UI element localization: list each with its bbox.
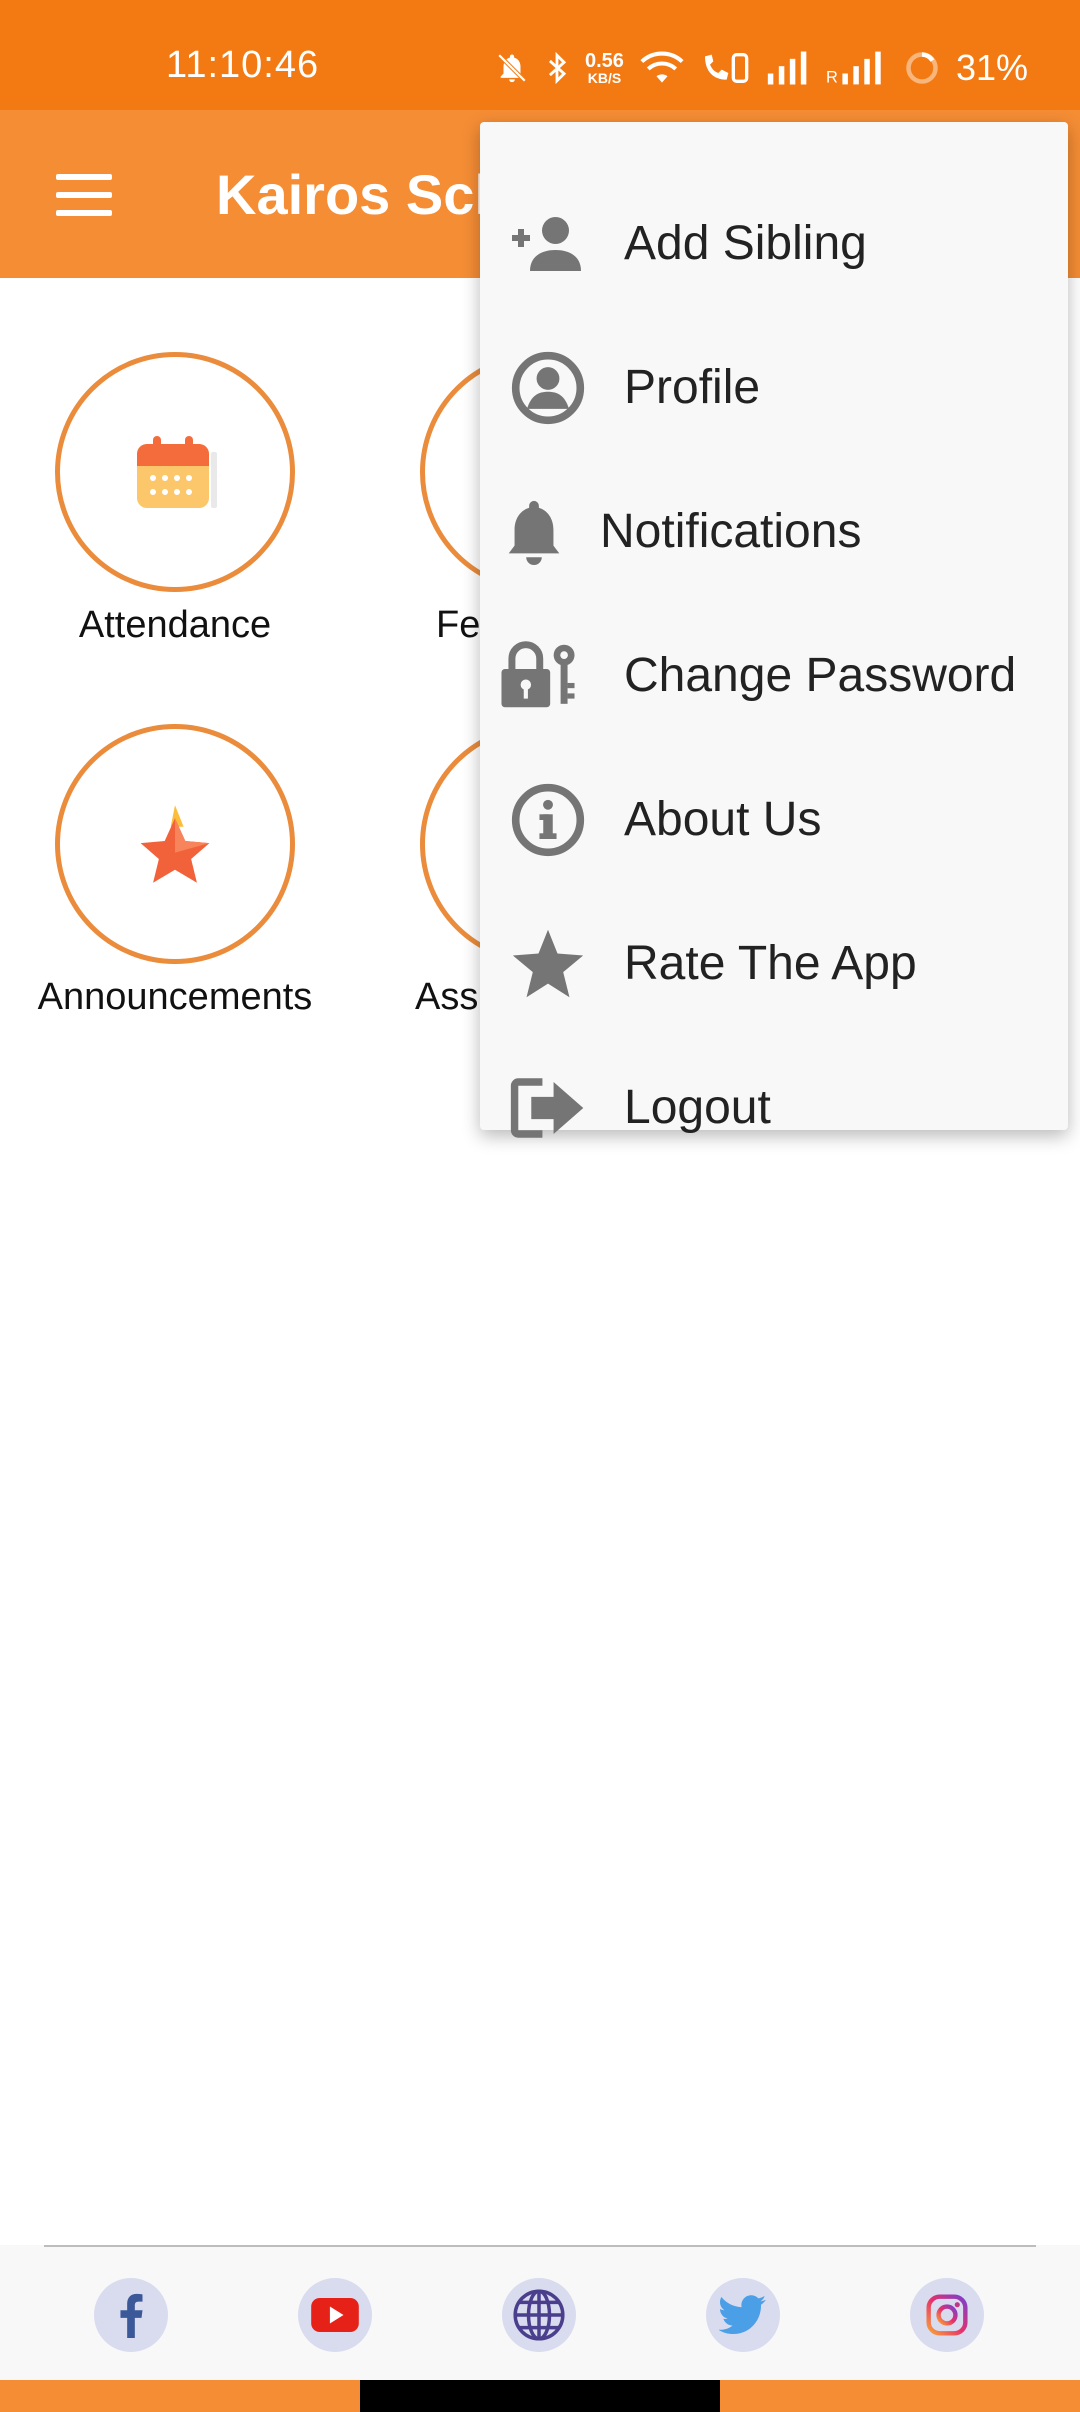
menu-item-label: About Us [624,793,822,846]
globe-icon [513,2289,565,2341]
info-icon [508,783,588,857]
instagram-button[interactable] [910,2278,984,2352]
menu-item-label: Notifications [600,505,862,558]
instagram-icon [926,2294,968,2336]
speed-value: 0.56 [585,50,624,72]
mute-icon [497,53,527,83]
menu-item-notifications[interactable]: Notifications [480,460,1068,604]
bluetooth-icon [548,51,567,85]
bell-icon [494,496,574,568]
wifi-icon [640,51,684,83]
youtube-button[interactable] [298,2278,372,2352]
menu-item-label: Logout [624,1081,771,1134]
website-button[interactable] [502,2278,576,2352]
tile-announcements[interactable]: Announcements [35,724,315,1019]
calendar-icon [137,436,217,508]
tile-label: Attendance [78,604,272,646]
menu-item-profile[interactable]: Profile [480,316,1068,460]
overflow-menu: Add Sibling Profile Notifications Change… [480,122,1068,1138]
hamburger-menu-button[interactable] [44,160,124,230]
tile-circle [55,724,295,964]
signal-roaming-icon: R [826,51,881,85]
social-footer [0,2245,1080,2380]
menu-item-label: Add Sibling [624,217,867,270]
star-icon [508,928,588,1000]
menu-item-rate-the-app[interactable]: Rate The App [480,892,1068,1036]
menu-item-about-us[interactable]: About Us [480,748,1068,892]
battery-percent: 31% [955,47,1028,88]
battery-icon [906,52,938,84]
facebook-icon [120,2293,143,2338]
menu-item-label: Rate The App [624,937,917,990]
twitter-button[interactable] [706,2278,780,2352]
status-time: 11:10:46 [166,44,320,86]
status-icons: 0.56 KB/S R 31% [495,40,1028,96]
menu-item-change-password[interactable]: Change Password [480,604,1068,748]
svg-text:R: R [826,69,838,85]
menu-item-label: Change Password [624,649,1017,702]
signal-icon [767,51,807,85]
profile-icon [508,351,588,425]
youtube-icon [311,2298,359,2332]
tile-circle [55,352,295,592]
speed-unit: KB/S [587,70,622,86]
volte-icon [704,53,749,83]
logout-icon [508,1072,588,1144]
network-speed: 0.56 KB/S [585,51,624,85]
menu-item-label: Profile [624,361,761,414]
facebook-button[interactable] [94,2278,168,2352]
nav-gesture-handle[interactable] [360,2380,720,2412]
footer-divider [44,2245,1036,2247]
tile-label: Announcements [37,976,313,1018]
menu-item-add-sibling[interactable]: Add Sibling [480,172,1068,316]
add-person-icon [508,208,588,280]
twitter-icon [719,2295,766,2334]
star-icon [140,805,210,883]
lock-key-icon [498,640,578,712]
status-bar: 11:10:46 0.56 KB/S R 31% [0,0,1080,110]
menu-item-logout[interactable]: Logout [480,1036,1068,1180]
tile-attendance[interactable]: Attendance [35,352,315,647]
app-title: Kairos Sch [216,163,509,226]
system-nav-bar [0,2380,1080,2412]
